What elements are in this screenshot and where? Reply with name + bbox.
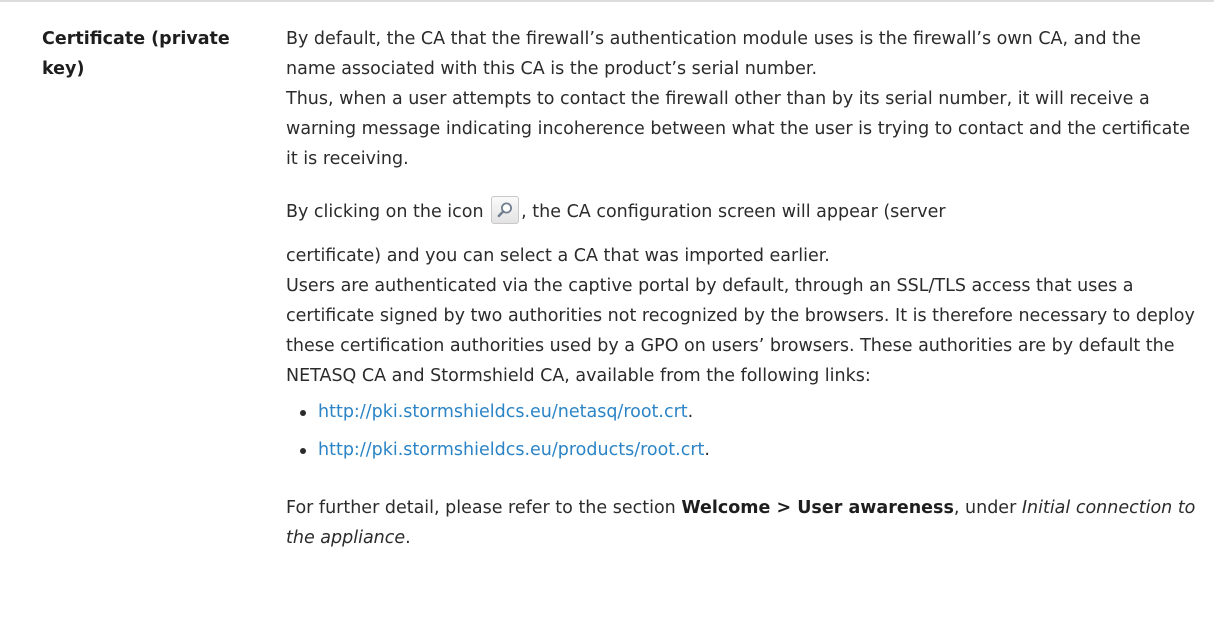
link-netasq-root-crt[interactable]: http://pki.stormshieldcs.eu/netasq/root.… (318, 402, 688, 422)
icon-line-after: , the CA configuration screen will appea… (521, 202, 946, 222)
list-item: http://pki.stormshieldcs.eu/netasq/root.… (300, 397, 1196, 427)
links-list: http://pki.stormshieldcs.eu/netasq/root.… (286, 397, 1196, 465)
term-label: Certificate (private key) (42, 29, 230, 79)
paragraph-icon-instruction: By clicking on the icon , the CA configu… (286, 196, 1196, 227)
description-cell: By default, the CA that the firewall’s a… (286, 24, 1196, 553)
paragraph-warning: Thus, when a user attempts to contact th… (286, 89, 1191, 169)
search-icon[interactable] (491, 196, 520, 224)
section-reference: Welcome > User awareness (681, 498, 954, 518)
paragraph-select-ca: certificate) and you can select a CA tha… (286, 246, 830, 266)
list-item: http://pki.stormshieldcs.eu/products/roo… (300, 435, 1196, 465)
paragraph-captive-portal: Users are authenticated via the captive … (286, 276, 1195, 386)
link-products-root-crt[interactable]: http://pki.stormshieldcs.eu/products/roo… (318, 440, 704, 460)
icon-line-before: By clicking on the icon (286, 202, 484, 222)
paragraph-further-detail: For further detail, please refer to the … (286, 498, 1196, 548)
paragraph-default-ca: By default, the CA that the firewall’s a… (286, 29, 1141, 79)
table-top-rule (0, 0, 1214, 2)
